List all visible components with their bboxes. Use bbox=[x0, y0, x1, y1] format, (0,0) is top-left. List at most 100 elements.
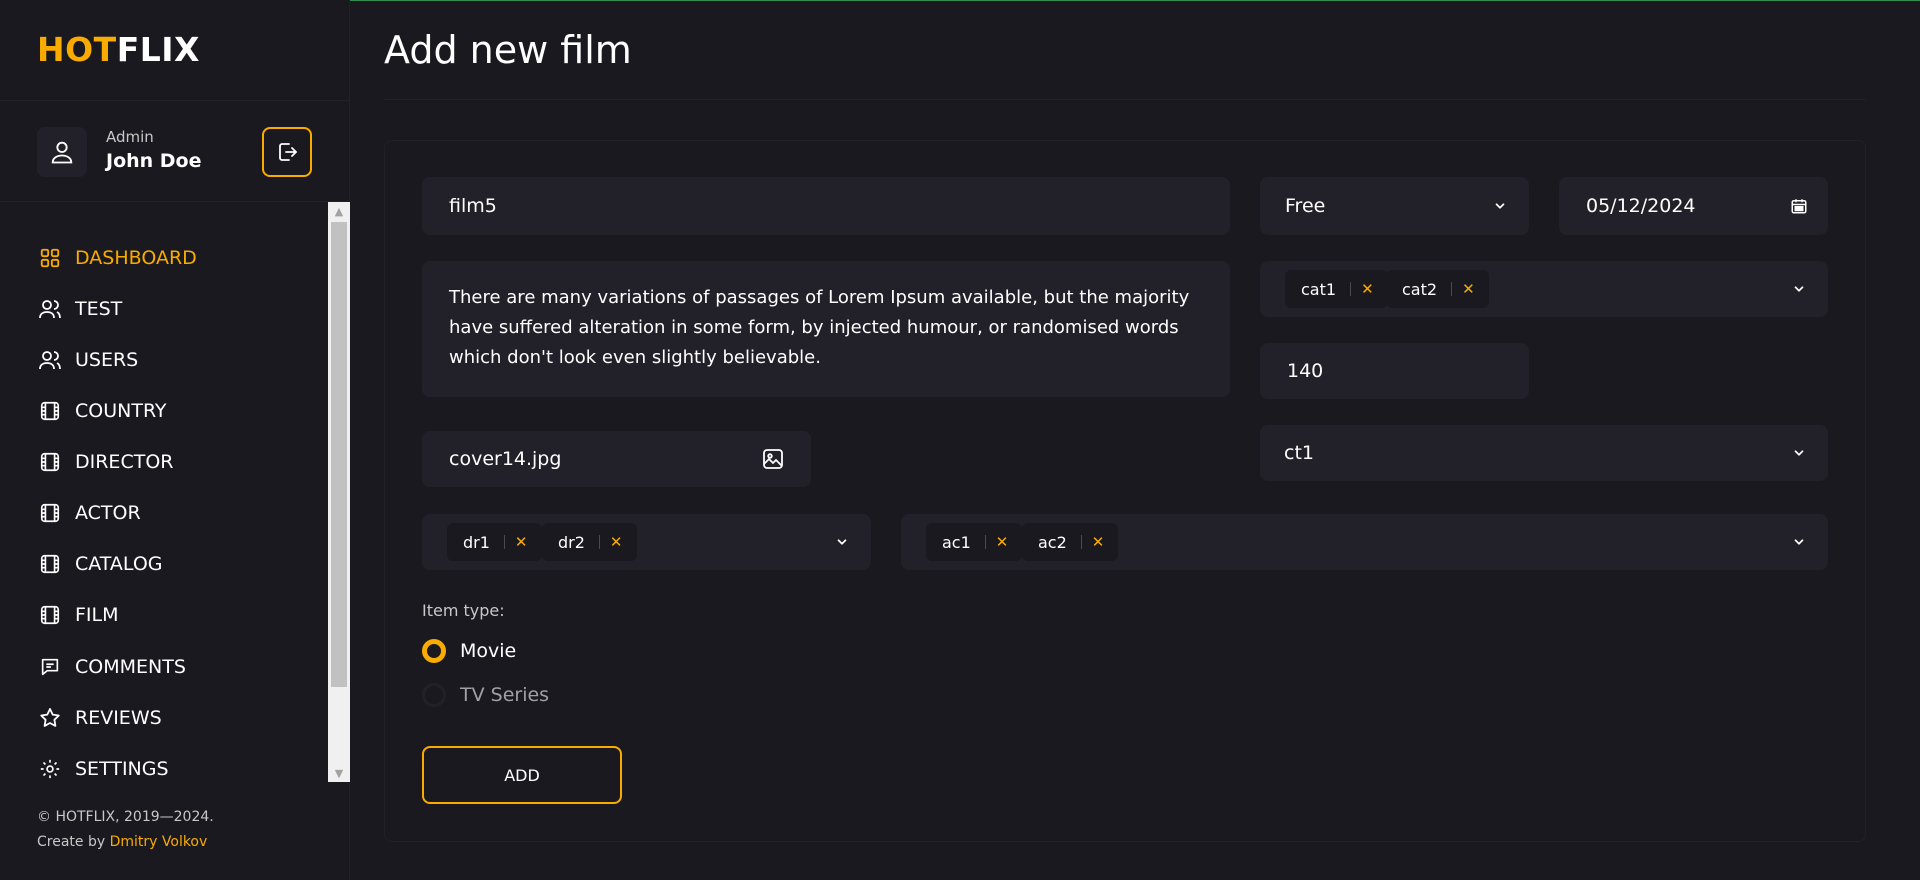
user-icon bbox=[51, 141, 73, 164]
logout-icon bbox=[279, 143, 297, 161]
author-link[interactable]: Dmitry Volkov bbox=[110, 834, 208, 850]
sidebar-item-test[interactable]: TEST bbox=[37, 292, 122, 326]
remove-tag-icon[interactable]: ✕ bbox=[1092, 533, 1105, 551]
sidebar-item-director[interactable]: DIRECTOR bbox=[37, 445, 173, 479]
sidebar-item-label: COMMENTS bbox=[75, 656, 186, 678]
sidebar-item-settings[interactable]: SETTINGS bbox=[37, 752, 169, 782]
copyright-text: © HOTFLIX, 2019—2024. bbox=[37, 809, 214, 825]
user-name: John Doe bbox=[106, 150, 202, 172]
sidebar-item-label: TEST bbox=[75, 298, 123, 320]
logout-button[interactable] bbox=[262, 127, 312, 177]
tag-label: dr2 bbox=[558, 532, 585, 552]
comment-icon bbox=[37, 654, 63, 680]
title-input-value: film5 bbox=[449, 195, 497, 217]
tag-label: dr1 bbox=[463, 532, 490, 552]
image-icon bbox=[763, 449, 783, 469]
sidebar-nav: DASHBOARD TEST USERS COUNTRY DIRECTOR AC… bbox=[0, 202, 328, 782]
film-icon bbox=[37, 500, 63, 526]
logo[interactable]: HOTFLIX bbox=[37, 30, 200, 69]
add-button[interactable]: ADD bbox=[422, 746, 622, 804]
logo-part-hot: HOT bbox=[37, 30, 117, 69]
sidebar-item-label: ACTOR bbox=[75, 502, 141, 524]
sidebar-item-users[interactable]: USERS bbox=[37, 343, 138, 377]
sidebar-item-label: DIRECTOR bbox=[75, 451, 174, 473]
sidebar: HOTFLIX Admin John Doe DASHBOARD TEST US… bbox=[0, 0, 350, 880]
sidebar-item-label: FILM bbox=[75, 604, 119, 626]
directors-multiselect[interactable]: dr1 ✕ dr2 ✕ bbox=[422, 514, 871, 570]
film-icon bbox=[37, 602, 63, 628]
film-icon bbox=[37, 398, 63, 424]
radio-movie[interactable]: Movie bbox=[422, 639, 516, 663]
sidebar-scrollbar[interactable]: ▲ ▼ bbox=[328, 202, 350, 782]
user-box: Admin John Doe bbox=[0, 100, 350, 202]
remove-tag-icon[interactable]: ✕ bbox=[610, 533, 623, 551]
subscription-select[interactable]: Free bbox=[1260, 177, 1529, 235]
radio-tv-series[interactable]: TV Series bbox=[422, 683, 549, 707]
logo-part-flix: FLIX bbox=[116, 30, 200, 69]
category-tag: cat1 ✕ bbox=[1285, 270, 1388, 308]
catalog-select[interactable]: ct1 bbox=[1260, 425, 1828, 481]
tag-label: ac2 bbox=[1038, 532, 1067, 552]
sidebar-item-label: COUNTRY bbox=[75, 400, 167, 422]
sidebar-item-catalog[interactable]: CATALOG bbox=[37, 547, 163, 581]
remove-tag-icon[interactable]: ✕ bbox=[515, 533, 528, 551]
cover-upload[interactable]: cover14.jpg bbox=[422, 431, 811, 487]
title-divider bbox=[384, 99, 1866, 100]
remove-tag-icon[interactable]: ✕ bbox=[1361, 280, 1374, 298]
sidebar-item-film[interactable]: FILM bbox=[37, 598, 119, 632]
chevron-down-icon bbox=[1495, 203, 1505, 209]
chevron-down-icon bbox=[1794, 450, 1804, 456]
film-icon bbox=[37, 551, 63, 577]
release-date-value: 05/12/2024 bbox=[1586, 195, 1696, 217]
scroll-down-arrow-icon[interactable]: ▼ bbox=[328, 764, 350, 782]
sidebar-item-country[interactable]: COUNTRY bbox=[37, 394, 167, 428]
remove-tag-icon[interactable]: ✕ bbox=[1462, 280, 1475, 298]
tag-label: cat2 bbox=[1402, 279, 1438, 299]
chevron-down-icon bbox=[837, 539, 847, 545]
chevron-down-icon bbox=[1794, 539, 1804, 545]
created-by-prefix: Create by bbox=[37, 834, 106, 850]
star-icon bbox=[37, 705, 63, 731]
film-icon bbox=[37, 449, 63, 475]
radio-label: Movie bbox=[460, 640, 517, 662]
users-icon bbox=[37, 347, 63, 373]
sidebar-item-label: DASHBOARD bbox=[75, 247, 197, 269]
scroll-up-arrow-icon[interactable]: ▲ bbox=[328, 202, 350, 220]
nav-wrapper: DASHBOARD TEST USERS COUNTRY DIRECTOR AC… bbox=[0, 202, 350, 782]
users-icon bbox=[37, 296, 63, 322]
sidebar-item-reviews[interactable]: REVIEWS bbox=[37, 701, 162, 735]
radio-button[interactable] bbox=[422, 683, 446, 707]
tag-label: cat1 bbox=[1301, 279, 1337, 299]
duration-input[interactable]: 140 bbox=[1260, 343, 1529, 399]
form-card bbox=[384, 140, 1866, 842]
release-date-input[interactable]: 05/12/2024 bbox=[1559, 177, 1828, 235]
radio-button[interactable] bbox=[422, 639, 446, 663]
user-role: Admin bbox=[106, 128, 154, 146]
categories-multiselect[interactable]: cat1 ✕ cat2 ✕ bbox=[1260, 261, 1828, 317]
cover-filename: cover14.jpg bbox=[449, 448, 562, 470]
title-input[interactable]: film5 bbox=[422, 177, 1230, 235]
tag-label: ac1 bbox=[942, 532, 971, 552]
actors-multiselect[interactable]: ac1 ✕ ac2 ✕ bbox=[901, 514, 1828, 570]
scroll-thumb[interactable] bbox=[331, 222, 347, 687]
category-tag: cat2 ✕ bbox=[1386, 270, 1489, 308]
sidebar-item-actor[interactable]: ACTOR bbox=[37, 496, 141, 530]
sidebar-item-label: SETTINGS bbox=[75, 758, 169, 780]
gear-icon bbox=[37, 756, 63, 782]
remove-tag-icon[interactable]: ✕ bbox=[996, 533, 1009, 551]
sidebar-item-dashboard[interactable]: DASHBOARD bbox=[37, 241, 197, 275]
description-textarea[interactable]: There are many variations of passages of… bbox=[422, 261, 1230, 397]
actor-tag: ac2 ✕ bbox=[1022, 523, 1119, 561]
page-title: Add new film bbox=[384, 28, 632, 72]
sidebar-item-label: USERS bbox=[75, 349, 139, 371]
sidebar-item-comments[interactable]: COMMENTS bbox=[37, 650, 186, 684]
calendar-icon[interactable] bbox=[1790, 197, 1808, 215]
sidebar-item-label: REVIEWS bbox=[75, 707, 162, 729]
avatar bbox=[37, 127, 87, 177]
catalog-select-value: ct1 bbox=[1284, 442, 1314, 464]
actor-tag: ac1 ✕ bbox=[926, 523, 1023, 561]
grid-icon bbox=[37, 245, 63, 271]
subscription-select-value: Free bbox=[1285, 195, 1326, 217]
director-tag: dr1 ✕ bbox=[447, 523, 542, 561]
sidebar-item-label: CATALOG bbox=[75, 553, 163, 575]
